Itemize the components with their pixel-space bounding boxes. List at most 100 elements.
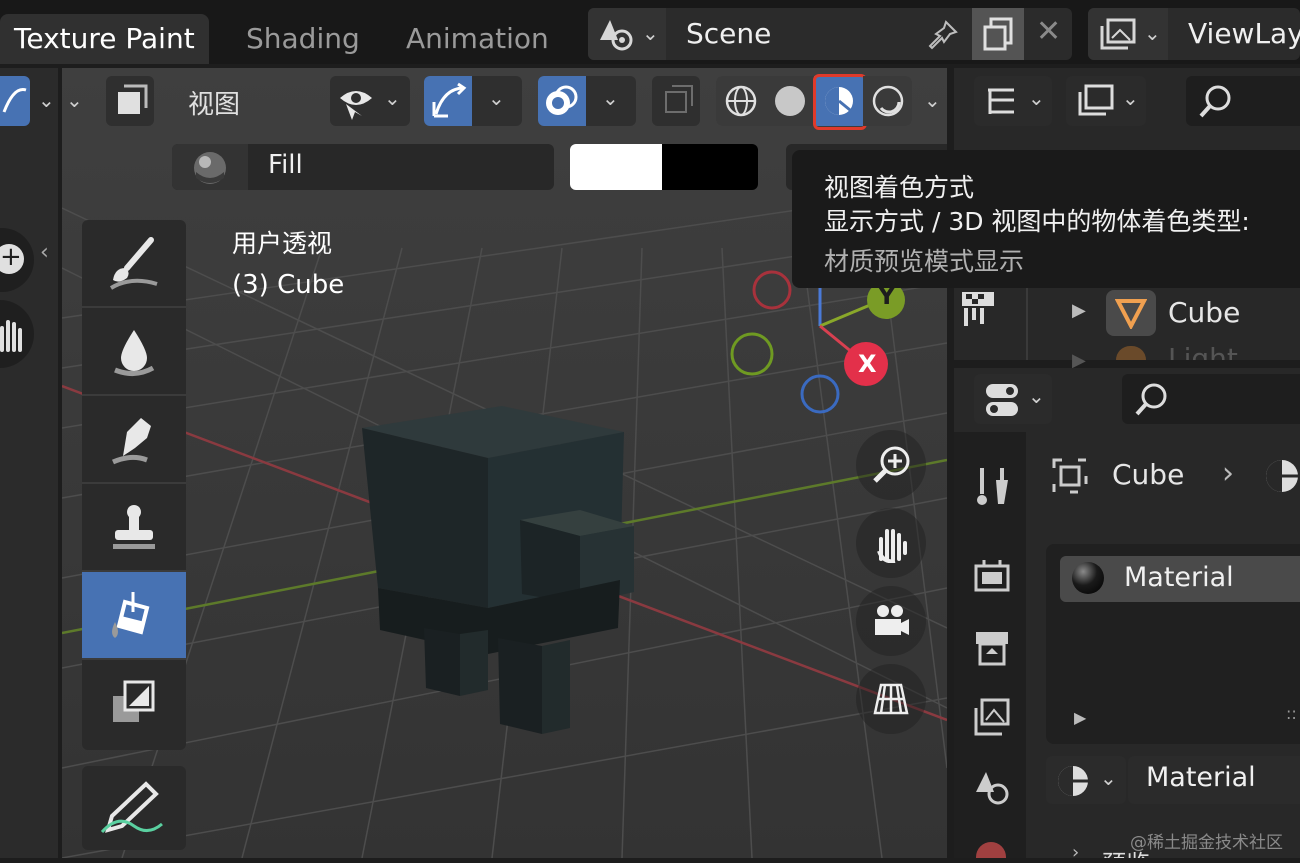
gizmo-dropdown[interactable]: ⌄ xyxy=(424,76,522,126)
chevron-down-icon: ⌄ xyxy=(1122,86,1139,110)
tool-mode-button[interactable] xyxy=(0,76,30,126)
overlays-icon xyxy=(546,85,578,115)
brush-icon xyxy=(109,237,158,290)
material-name-field[interactable]: Material xyxy=(1128,756,1300,804)
expand-arrow-icon[interactable]: ▶ xyxy=(1074,708,1086,727)
wireframe-sphere-icon xyxy=(725,85,757,117)
section-expand-icon[interactable]: › xyxy=(1072,842,1079,863)
outliner-search-input[interactable] xyxy=(1186,76,1300,126)
view-layer-type-dropdown[interactable]: ⌄ xyxy=(1088,8,1168,60)
scene-icon xyxy=(600,20,633,51)
chevron-down-icon: ⌄ xyxy=(1028,86,1045,110)
search-icon xyxy=(1199,85,1231,118)
water-drop-icon xyxy=(114,330,155,376)
tool-draw[interactable] xyxy=(82,220,186,308)
gizmo-arrow-icon xyxy=(432,82,467,118)
tab-animation[interactable]: Animation xyxy=(392,14,563,64)
outliner-item-cube[interactable]: Cube xyxy=(1168,296,1240,329)
light-object-icon xyxy=(1116,346,1146,360)
tool-clone[interactable] xyxy=(82,484,186,572)
filter-dropdown[interactable]: ⌄ xyxy=(1066,76,1146,126)
overlays-dropdown[interactable]: ⌄ xyxy=(538,76,636,126)
view-menu[interactable]: 视图 xyxy=(188,84,240,121)
search-icon xyxy=(1135,383,1167,416)
neg-x-handle[interactable] xyxy=(752,270,792,310)
properties-icon xyxy=(986,384,1018,416)
scene-name[interactable]: Scene xyxy=(686,17,771,50)
chevron-down-icon[interactable]: ⌄ xyxy=(924,88,941,112)
xray-toggle[interactable] xyxy=(652,76,700,126)
material-slot-list: Material ▶ :: xyxy=(1046,544,1300,744)
new-scene-button[interactable] xyxy=(972,8,1024,60)
zoom-button[interactable] xyxy=(856,430,926,500)
output-tab-icon[interactable] xyxy=(972,628,1012,668)
chevron-down-icon: ⌄ xyxy=(642,21,659,45)
close-icon[interactable]: ✕ xyxy=(1036,14,1061,49)
overlays-toggle[interactable] xyxy=(538,76,586,126)
gizmo-toggle[interactable] xyxy=(424,76,472,126)
secondary-color-swatch[interactable] xyxy=(662,144,758,190)
neg-z-handle[interactable] xyxy=(800,374,840,414)
tooltip: 视图着色方式 显示方式 / 3D 视图中的物体着色类型: 材质预览模式显示 xyxy=(792,150,1300,288)
hand-icon xyxy=(877,529,907,563)
pin-icon[interactable] xyxy=(926,18,960,52)
chevron-down-icon: ⌄ xyxy=(384,86,401,110)
drag-handle-icon[interactable]: :: xyxy=(1286,704,1297,723)
neg-y-handle[interactable] xyxy=(730,332,774,376)
material-icon xyxy=(1266,460,1298,492)
outliner-view-icon xyxy=(988,88,1014,114)
camera-icon xyxy=(875,605,909,635)
material-slot-item[interactable]: Material xyxy=(1060,556,1300,602)
tool-annotate[interactable] xyxy=(82,766,186,850)
tooltip-description: 显示方式 / 3D 视图中的物体着色类型: xyxy=(824,207,1250,236)
curve-stroke-icon xyxy=(2,87,27,113)
pan-button[interactable] xyxy=(0,300,34,368)
view-layer-tab-icon[interactable] xyxy=(972,698,1012,738)
camera-view-button[interactable] xyxy=(856,586,926,656)
scene-selector[interactable]: ⌄ Scene ✕ xyxy=(588,8,1072,60)
view-layer-selector[interactable]: ⌄ ViewLay xyxy=(1088,8,1300,60)
properties-tab-strip xyxy=(954,432,1026,858)
tab-texture-paint[interactable]: Texture Paint xyxy=(0,14,209,64)
chevron-down-icon[interactable]: ⌄ xyxy=(66,88,83,112)
material-sphere-icon xyxy=(1072,562,1104,594)
editor-type-dropdown[interactable]: ⌄ xyxy=(974,374,1052,424)
material-browse-dropdown[interactable]: ⌄ xyxy=(1046,756,1126,804)
shading-rendered-button[interactable] xyxy=(863,76,912,126)
properties-search-input[interactable] xyxy=(1122,374,1300,424)
tool-soften[interactable] xyxy=(82,308,186,396)
collapse-chevron-left-icon[interactable]: ‹ xyxy=(40,240,49,265)
brush-name: Fill xyxy=(268,150,303,180)
scene-tab-icon[interactable] xyxy=(972,770,1012,810)
shading-wireframe-button[interactable] xyxy=(716,76,765,126)
visibility-dropdown[interactable]: ⌄ xyxy=(330,76,410,126)
color-swatches[interactable] xyxy=(570,144,758,190)
tab-shading[interactable]: Shading xyxy=(232,14,374,64)
expand-arrow-icon[interactable]: ▶ xyxy=(1072,300,1086,321)
pan-view-button[interactable] xyxy=(856,508,926,578)
perspective-toggle-button[interactable] xyxy=(856,664,926,734)
add-button[interactable]: + xyxy=(0,228,34,292)
render-tab-icon[interactable] xyxy=(972,556,1012,596)
tool-fill[interactable] xyxy=(82,572,186,660)
tool-settings-tab-icon[interactable] xyxy=(972,464,1012,508)
world-tab-icon[interactable] xyxy=(976,842,1006,858)
primary-color-swatch[interactable] xyxy=(570,144,662,190)
zoom-magnifier-icon xyxy=(873,446,910,483)
outliner-item-light[interactable]: Light xyxy=(1168,342,1238,360)
tool-smear[interactable] xyxy=(82,396,186,484)
scene-type-dropdown[interactable]: ⌄ xyxy=(588,8,666,60)
fill-brush-selector[interactable]: Fill xyxy=(172,144,554,190)
brush-preview[interactable] xyxy=(172,144,248,190)
view-layer-name[interactable]: ViewLay xyxy=(1188,17,1300,50)
render-layers-icon xyxy=(1078,84,1114,116)
shading-solid-button[interactable] xyxy=(765,76,814,126)
tool-mask[interactable] xyxy=(82,660,186,746)
tooltip-value: 材质预览模式显示 xyxy=(824,247,1025,276)
display-mode-dropdown[interactable]: ⌄ xyxy=(974,76,1052,126)
material-slot-name: Material xyxy=(1124,562,1234,593)
chevron-down-icon[interactable]: ⌄ xyxy=(38,88,55,112)
eye-arrow-icon xyxy=(340,91,372,120)
object-mode-button[interactable] xyxy=(106,76,154,126)
left-partial-panel: ⌄ + ‹ xyxy=(0,68,58,858)
